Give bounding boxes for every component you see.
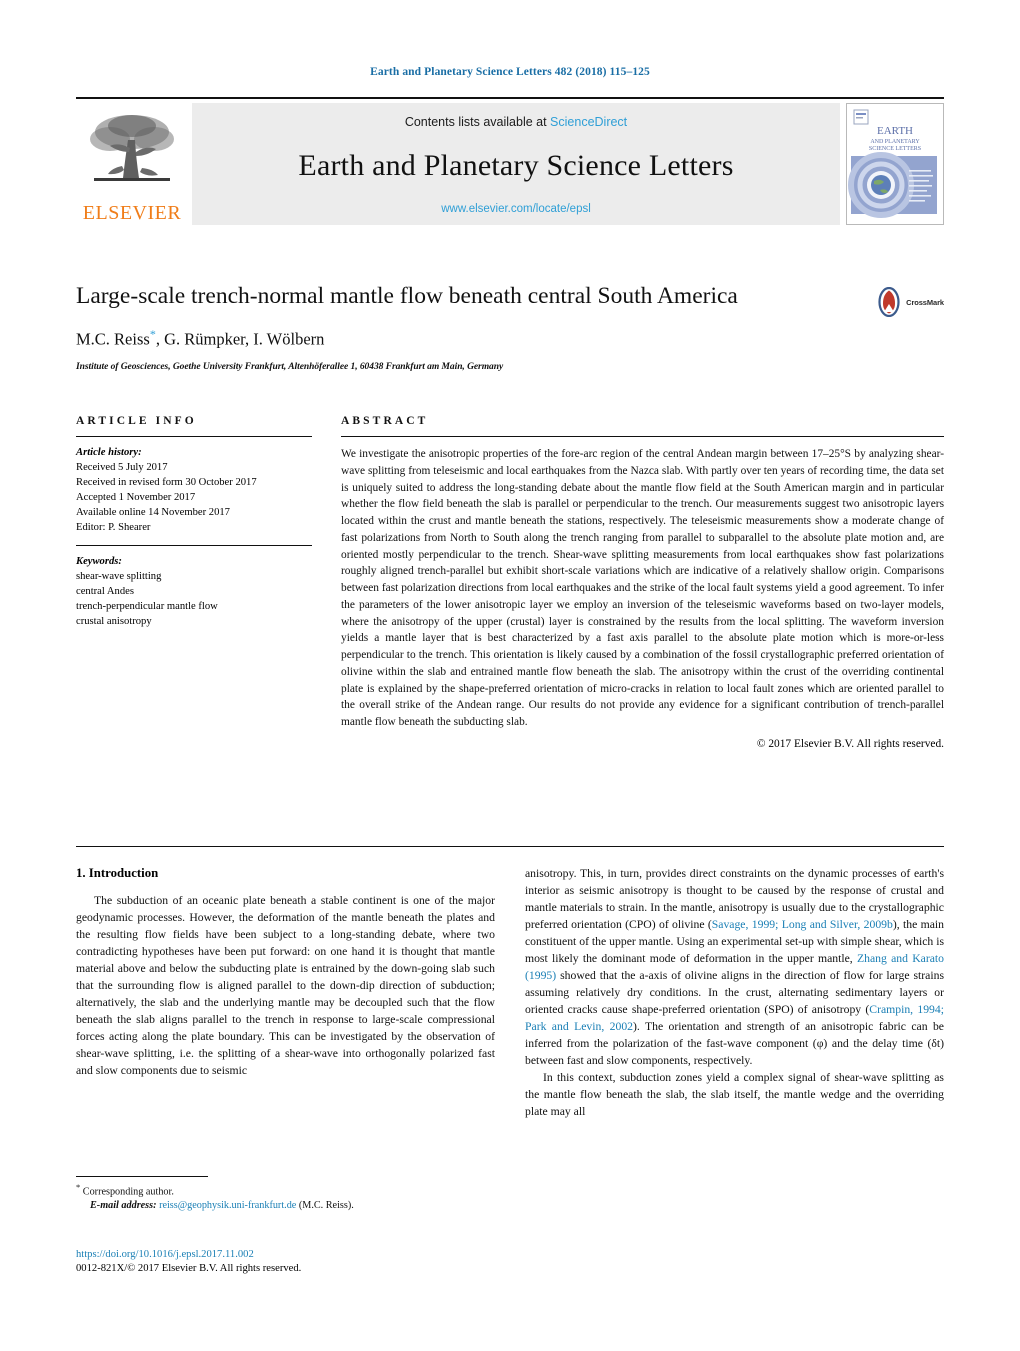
article-info-heading: ARTICLE INFO — [76, 415, 197, 427]
citation-link[interactable]: Savage, 1999; Long and Silver, 2009b — [712, 918, 893, 931]
journal-cover-thumbnail[interactable]: EARTH AND PLANETARY SCIENCE LETTERS — [846, 103, 944, 225]
elsevier-tree-icon — [90, 115, 174, 181]
history-item: Received in revised form 30 October 2017 — [76, 477, 257, 489]
keyword-item: crustal anisotropy — [76, 616, 152, 628]
doi-link[interactable]: https://doi.org/10.1016/j.epsl.2017.11.0… — [76, 1248, 495, 1262]
info-abstract-section: ARTICLE INFO Article history: Received 5… — [76, 415, 944, 750]
keywords-block: Keywords: shear-wave splitting central A… — [76, 554, 312, 629]
paper-page: Earth and Planetary Science Letters 482 … — [0, 0, 1020, 1351]
email-suffix: (M.C. Reiss). — [298, 1200, 354, 1212]
article-info-column: ARTICLE INFO Article history: Received 5… — [76, 415, 312, 750]
keyword-item: shear-wave splitting — [76, 571, 162, 583]
history-item: Available online 14 November 2017 — [76, 507, 230, 519]
intro-paragraph-left: The subduction of an oceanic plate benea… — [76, 894, 495, 1077]
running-head: Earth and Planetary Science Letters 482 … — [370, 66, 650, 78]
elsevier-logo: ELSEVIER — [76, 103, 188, 225]
elsevier-wordmark: ELSEVIER — [82, 202, 182, 224]
keyword-item: central Andes — [76, 586, 134, 598]
body-columns: 1. Introduction The subduction of an oce… — [76, 866, 944, 1121]
title-row: Large-scale trench-normal mantle flow be… — [76, 283, 944, 317]
body-column-right: anisotropy. This, in turn, provides dire… — [525, 866, 944, 1121]
crossmark-badge[interactable]: CrossMark — [874, 287, 944, 317]
history-item: Received 5 July 2017 — [76, 462, 168, 474]
keywords-label: Keywords: — [76, 556, 122, 568]
article-history-label: Article history: — [76, 447, 142, 458]
email-link[interactable]: reiss@geophysik.uni-frankfurt.de — [159, 1200, 296, 1211]
author-primary: M.C. Reiss — [76, 329, 150, 349]
issn-copyright-line: 0012-821X/© 2017 Elsevier B.V. All right… — [76, 1263, 302, 1275]
email-label: E-mail address: — [90, 1200, 157, 1212]
article-history-block: Article history: Received 5 July 2017 Re… — [76, 445, 312, 535]
doi-block: https://doi.org/10.1016/j.epsl.2017.11.0… — [76, 1248, 495, 1277]
contents-available-line: Contents lists available at ScienceDirec… — [405, 115, 627, 129]
contents-prefix: Contents lists available at — [404, 115, 551, 129]
body-divider-rule — [76, 846, 944, 847]
article-info-rule — [76, 436, 312, 437]
abstract-heading: ABSTRACT — [341, 415, 429, 427]
journal-title: Earth and Planetary Science Letters — [298, 149, 734, 182]
corresponding-author-text: Corresponding author. — [82, 1186, 174, 1198]
page-title: Large-scale trench-normal mantle flow be… — [76, 283, 738, 309]
keyword-item: trench-perpendicular mantle flow — [76, 601, 218, 613]
email-note: E-mail address: reiss@geophysik.uni-fran… — [76, 1199, 495, 1213]
abstract-column: ABSTRACT We investigate the anisotropic … — [341, 415, 944, 750]
intro-paragraph-right: anisotropy. This, in turn, provides dire… — [525, 866, 944, 1070]
history-item: Accepted 1 November 2017 — [76, 492, 196, 504]
footnote-marker: * — [76, 1182, 81, 1192]
body-column-left: 1. Introduction The subduction of an oce… — [76, 866, 495, 1121]
introduction-heading: 1. Introduction — [76, 866, 159, 880]
sciencedirect-link[interactable]: ScienceDirect — [550, 115, 627, 129]
crossmark-label: CrossMark — [906, 297, 944, 307]
footnote-block: * Corresponding author. E-mail address: … — [76, 1176, 495, 1214]
history-item: Editor: P. Shearer — [76, 522, 151, 534]
journal-masthead: ELSEVIER Contents lists available at Sci… — [76, 97, 944, 225]
abstract-rule — [341, 436, 944, 437]
keywords-rule — [76, 545, 312, 547]
intro-paragraph-right-2: In this context, subduction zones yield … — [525, 1070, 944, 1118]
abstract-text: We investigate the anisotropic propertie… — [341, 448, 944, 729]
masthead-center-panel: Contents lists available at ScienceDirec… — [192, 103, 840, 225]
journal-url-link[interactable]: www.elsevier.com/locate/epsl — [441, 203, 591, 215]
abstract-copyright: © 2017 Elsevier B.V. All rights reserved… — [756, 738, 944, 751]
journal-cover-image: EARTH AND PLANETARY SCIENCE LETTERS — [847, 104, 941, 224]
svg-text:AND PLANETARY: AND PLANETARY — [870, 139, 920, 145]
svg-text:EARTH: EARTH — [877, 125, 913, 137]
author-list: M.C. Reiss*, G. Rümpker, I. Wölbern — [76, 327, 324, 350]
author-rest: , G. Rümpker, I. Wölbern — [155, 329, 325, 349]
svg-text:SCIENCE LETTERS: SCIENCE LETTERS — [869, 146, 921, 152]
crossmark-icon — [878, 287, 900, 317]
footnote-rule — [76, 1176, 208, 1177]
corresponding-author-note: * Corresponding author. — [76, 1182, 495, 1199]
masthead-top-rule — [76, 97, 944, 99]
affiliation: Institute of Geosciences, Goethe Univers… — [76, 362, 504, 372]
